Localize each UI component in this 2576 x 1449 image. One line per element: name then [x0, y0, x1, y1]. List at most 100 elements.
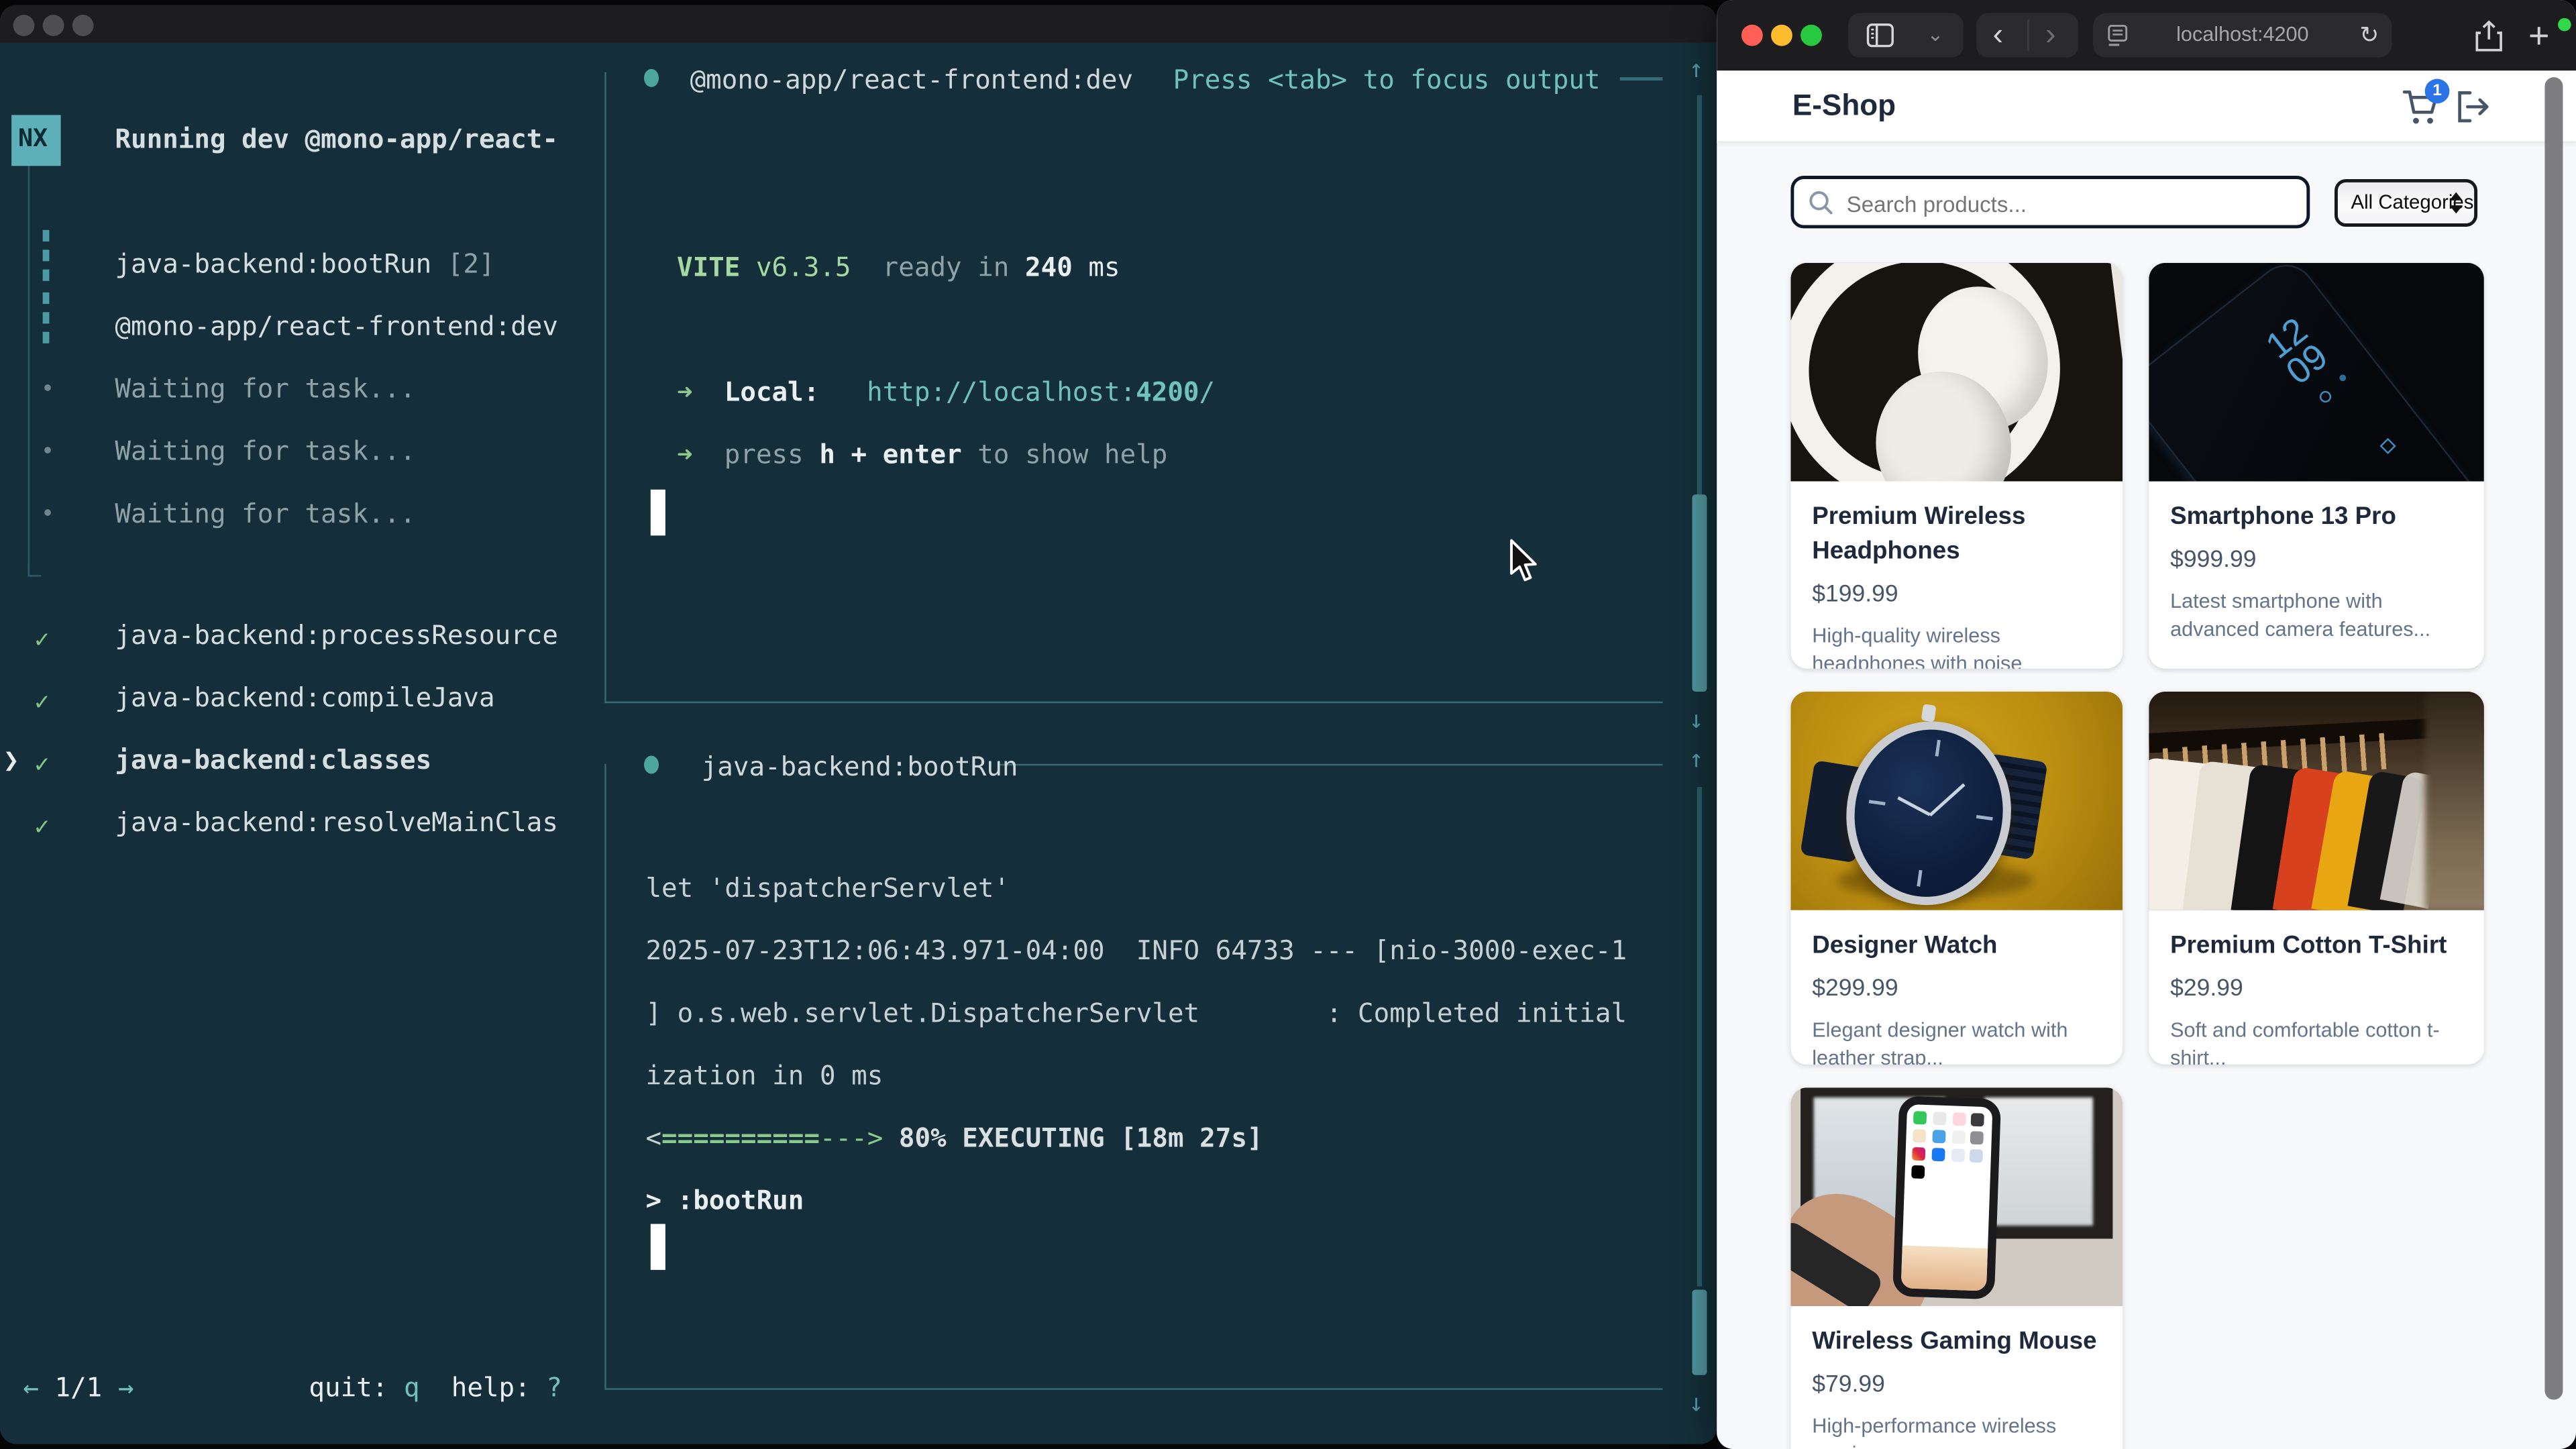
app-icon: [1951, 1130, 1965, 1144]
prompt-arrow-icon: ➜: [677, 439, 693, 470]
product-card[interactable]: 1209 Smartphone 13 Pro $999.99 Latest sm…: [2149, 263, 2484, 669]
scrollbar-thumb[interactable]: [2544, 77, 2563, 1399]
product-name: Designer Watch: [1812, 928, 2101, 963]
shop-brand[interactable]: E-Shop: [1792, 89, 1896, 123]
search-input[interactable]: [1843, 180, 2294, 227]
share-icon[interactable]: [2474, 19, 2504, 52]
browser-window: ⌄ ‹ › localhost:4200 ↻ + E-Shop 1: [1717, 0, 2576, 1449]
app-grid: [1904, 1104, 1992, 1187]
task-row-waiting[interactable]: Waiting for task...: [115, 498, 415, 529]
task-row-done-selected[interactable]: java-backend:classes: [115, 744, 431, 775]
panel-border: [1620, 77, 1663, 80]
check-icon: ✓: [34, 687, 49, 716]
select-arrow-up-icon: [2449, 193, 2463, 201]
refresh-icon[interactable]: ↻: [2359, 13, 2379, 58]
task-row-waiting[interactable]: Waiting for task...: [115, 373, 415, 405]
panel-title[interactable]: @mono-app/react-frontend:dev: [690, 64, 1134, 96]
help-key[interactable]: ?: [546, 1372, 562, 1403]
panel-title[interactable]: java-backend:bootRun: [702, 751, 1018, 782]
task-tree-line: [28, 166, 30, 573]
product-image-smartphone: 1209: [2149, 263, 2484, 482]
spinner-icon: [43, 230, 50, 241]
task-row-waiting[interactable]: Waiting for task...: [115, 435, 415, 467]
terminal-window: NX Running dev @mono-app/react- java-bac…: [0, 5, 1717, 1444]
task-row-done[interactable]: java-backend:compileJava: [115, 682, 494, 713]
task-row-running[interactable]: @mono-app/react-frontend:dev: [115, 311, 558, 342]
log-line: 2025-07-23T12:06:43.971-04:00 INFO 64733…: [645, 934, 1627, 966]
url-text[interactable]: localhost:4200: [2093, 13, 2392, 58]
product-price: $999.99: [2170, 547, 2463, 574]
vite-version: v6.3.5: [756, 252, 851, 283]
product-card[interactable]: Designer Watch $299.99 Elegant designer …: [1790, 692, 2123, 1065]
watch-tick: [1917, 870, 1922, 887]
phone-dock: [1901, 1246, 1988, 1291]
product-card[interactable]: Premium Cotton T-Shirt $29.99 Soft and c…: [2149, 692, 2484, 1065]
panel-border: [604, 702, 1662, 703]
help-keys: h + enter: [819, 439, 961, 470]
scrollbar-track[interactable]: [1697, 787, 1702, 1286]
progress-bar: ==========: [661, 1122, 820, 1154]
forward-button[interactable]: ›: [2045, 13, 2055, 58]
product-description: Latest smartphone with advanced camera f…: [2170, 588, 2463, 644]
task-row-done[interactable]: java-backend:resolveMainClas: [115, 806, 558, 838]
product-card[interactable]: Wireless Gaming Mouse $79.99 High-perfor…: [1790, 1087, 2123, 1449]
store-aisle: [2425, 692, 2484, 910]
scroll-up-icon[interactable]: ↑: [1689, 54, 1704, 84]
app-icon: [1932, 1130, 1945, 1143]
terminal-titlebar[interactable]: [0, 5, 1717, 42]
terminal-cursor: [651, 1224, 665, 1270]
quit-key[interactable]: q: [404, 1372, 420, 1403]
address-bar[interactable]: localhost:4200 ↻: [2093, 13, 2392, 58]
logout-icon[interactable]: [2456, 91, 2490, 123]
task-row-done[interactable]: java-backend:processResource: [115, 619, 558, 651]
shop-header: E-Shop 1: [1717, 70, 2576, 143]
product-name: Wireless Gaming Mouse: [1812, 1324, 2101, 1358]
scrollbar-thumb[interactable]: [1692, 494, 1707, 692]
local-slash[interactable]: /: [1199, 376, 1216, 408]
app-icon: [1933, 1112, 1946, 1125]
app-icon: [1911, 1165, 1925, 1179]
category-select[interactable]: All Categories: [2334, 179, 2477, 227]
panel-status-dot: [644, 756, 659, 774]
chevron-down-icon[interactable]: ⌄: [1927, 13, 1944, 58]
task-row-running[interactable]: java-backend:bootRun [2]: [115, 248, 494, 280]
product-card[interactable]: Premium Wireless Headphones $199.99 High…: [1790, 263, 2123, 669]
minimize-icon[interactable]: [43, 15, 64, 36]
scrollbar-track[interactable]: [1697, 95, 1702, 494]
maximize-icon[interactable]: [72, 15, 94, 36]
watch-crown: [1921, 704, 1937, 722]
back-button[interactable]: ‹: [1993, 13, 2003, 58]
help-label: help:: [451, 1372, 531, 1403]
scrollbar-thumb[interactable]: [1692, 1289, 1707, 1375]
log-line: ] o.s.web.servlet.DispatcherServlet : Co…: [645, 998, 1627, 1029]
product-name: Smartphone 13 Pro: [2170, 499, 2463, 533]
panel-border: [604, 764, 606, 1389]
product-price: $79.99: [1812, 1372, 2101, 1398]
nx-logo-text: NX: [18, 123, 48, 153]
scroll-up-icon[interactable]: ↑: [1689, 744, 1704, 773]
scroll-down-icon[interactable]: ↓: [1689, 1388, 1704, 1417]
product-price: $199.99: [1812, 582, 2101, 608]
close-icon[interactable]: [1741, 25, 1763, 46]
browser-titlebar[interactable]: ⌄ ‹ › localhost:4200 ↻ +: [1717, 0, 2576, 70]
progress-status: 80% EXECUTING [18m 27s]: [899, 1122, 1263, 1154]
page-prev-icon[interactable]: ←: [23, 1372, 39, 1403]
spinner-icon: [43, 292, 50, 304]
sidebar-icon: [1866, 23, 1894, 48]
check-icon: ✓: [34, 625, 49, 654]
close-icon[interactable]: [13, 15, 35, 36]
local-label: Local:: [724, 376, 820, 408]
app-icon: [1912, 1147, 1925, 1161]
pagination: ← 1/1 →: [23, 1372, 133, 1403]
page-next-icon[interactable]: →: [118, 1372, 134, 1403]
minimize-icon[interactable]: [1771, 25, 1792, 46]
new-tab-button[interactable]: +: [2528, 0, 2549, 70]
local-url[interactable]: http://localhost:: [867, 376, 1136, 408]
app-icon: [1913, 1111, 1927, 1124]
local-port[interactable]: 4200: [1136, 376, 1199, 408]
scroll-down-icon[interactable]: ↓: [1689, 705, 1704, 735]
maximize-icon[interactable]: [1801, 25, 1822, 46]
product-image-headphones: [1790, 263, 2123, 482]
sidebar-toggle-button[interactable]: ⌄: [1848, 13, 1963, 58]
spinner-icon: [43, 332, 50, 343]
